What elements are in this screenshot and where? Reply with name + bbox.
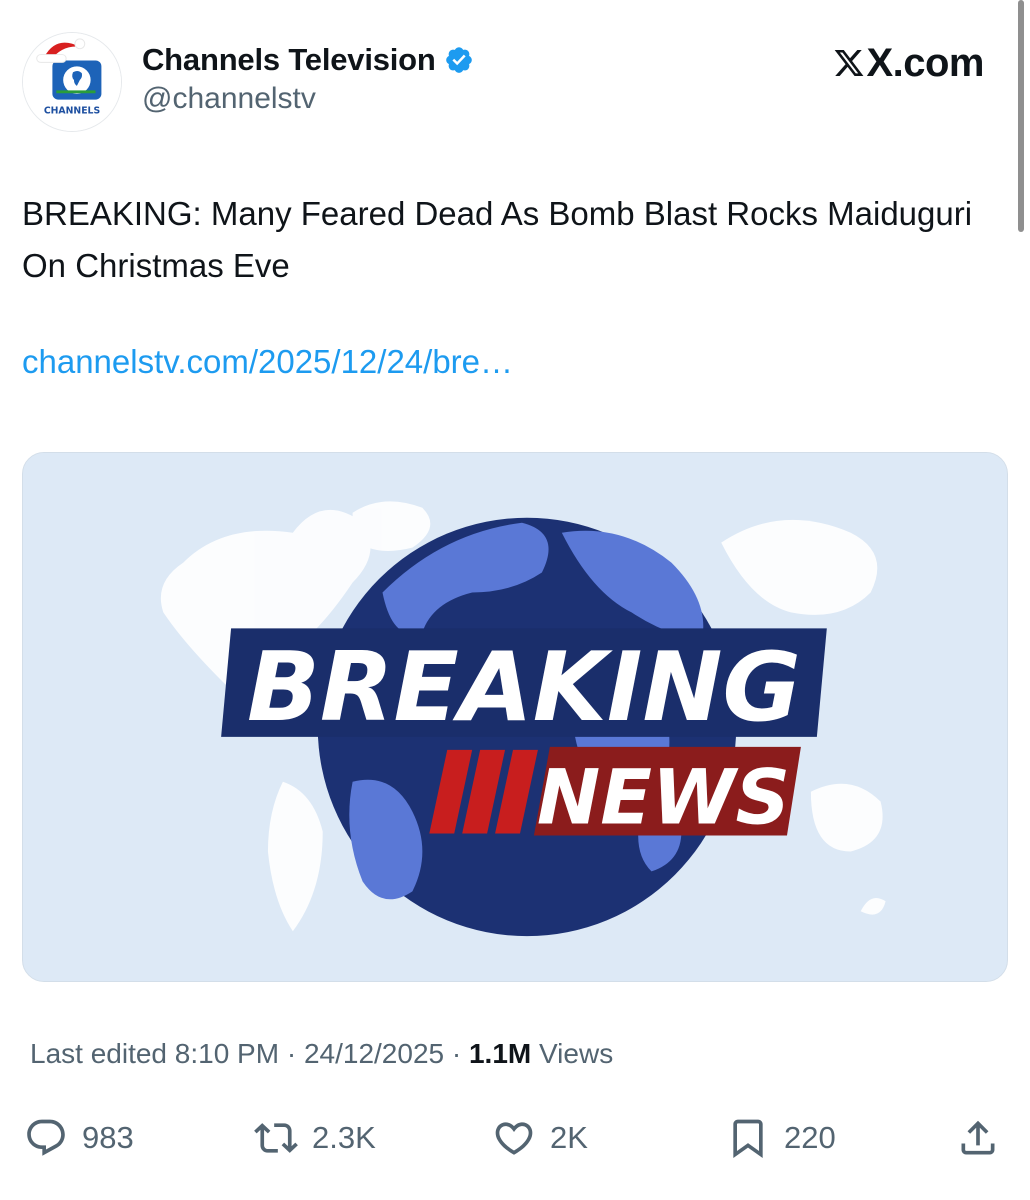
tweet-text: BREAKING: Many Feared Dead As Bomb Blast… bbox=[22, 195, 973, 284]
breaking-banner: BREAKING bbox=[221, 628, 827, 743]
speech-bubble-icon bbox=[27, 1119, 65, 1156]
post-date[interactable]: 24/12/2025 bbox=[304, 1038, 444, 1070]
breaking-news-graphic: BREAKING NEWS bbox=[23, 453, 1007, 981]
repost-arrows-icon bbox=[254, 1123, 298, 1153]
news-banner: NEWS bbox=[429, 746, 801, 842]
author-row: Channels Television bbox=[142, 40, 474, 80]
edited-prefix[interactable]: Last edited bbox=[30, 1038, 175, 1070]
breaking-text: BREAKING bbox=[247, 631, 801, 743]
news-text: NEWS bbox=[537, 754, 790, 842]
repost-count: 2.3K bbox=[312, 1120, 376, 1155]
article-link[interactable]: channelstv.com/2025/12/24/bre… bbox=[22, 343, 513, 381]
tweet-meta: Last edited 8:10 PM · 24/12/2025 · 1.1M … bbox=[30, 1038, 613, 1070]
media-image[interactable]: BREAKING NEWS bbox=[22, 452, 1008, 982]
brand-watermark: X.com bbox=[833, 38, 984, 88]
views-label: Views bbox=[531, 1038, 614, 1069]
avatar-text: CHANNELS bbox=[44, 105, 101, 116]
x-logo-icon bbox=[835, 50, 864, 76]
scrollbar[interactable] bbox=[1018, 0, 1024, 232]
like-button[interactable]: 2K bbox=[492, 1108, 588, 1168]
repost-button[interactable]: 2.3K bbox=[254, 1108, 376, 1168]
post-time[interactable]: 8:10 PM bbox=[175, 1038, 279, 1070]
handle[interactable]: @channelstv bbox=[142, 82, 316, 116]
share-upload-icon bbox=[961, 1120, 995, 1155]
verified-badge-icon bbox=[445, 47, 472, 73]
bookmark-button[interactable]: 220 bbox=[726, 1108, 836, 1168]
display-name[interactable]: Channels Television bbox=[142, 42, 436, 78]
brand-text: X.com bbox=[866, 40, 984, 85]
channels-logo: CHANNELS bbox=[23, 33, 121, 131]
like-count: 2K bbox=[550, 1120, 588, 1155]
action-bar: 983 2.3K 2K 220 bbox=[0, 1108, 1030, 1168]
avatar[interactable]: CHANNELS bbox=[22, 32, 122, 132]
heart-icon bbox=[495, 1122, 533, 1155]
reply-count: 983 bbox=[82, 1120, 134, 1155]
meta-separator: · bbox=[279, 1038, 304, 1069]
views-count: 1.1M bbox=[468, 1038, 532, 1069]
meta-separator: · bbox=[444, 1038, 469, 1069]
reply-button[interactable]: 983 bbox=[24, 1108, 134, 1168]
share-button[interactable] bbox=[956, 1108, 1000, 1168]
bookmark-icon bbox=[733, 1119, 763, 1159]
bookmark-count: 220 bbox=[784, 1120, 836, 1155]
